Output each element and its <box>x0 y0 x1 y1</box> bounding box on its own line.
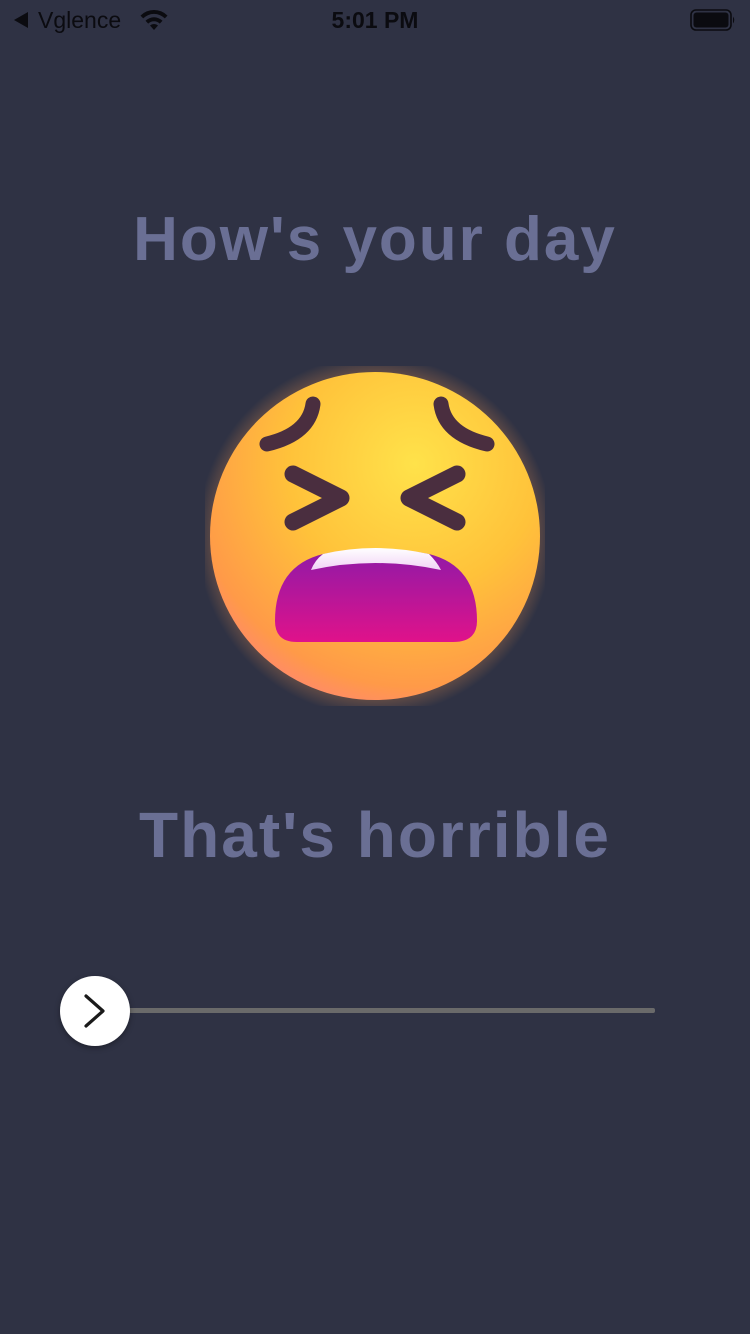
battery-icon <box>690 9 735 31</box>
status-bar: Vglence 5:01 PM <box>0 0 750 40</box>
tired-face-emoji <box>205 366 545 706</box>
mood-screen: Vglence 5:01 PM How's your day That's ho… <box>0 0 750 1334</box>
mood-label: That's horrible <box>139 799 611 871</box>
mood-slider-thumb[interactable] <box>60 976 130 1046</box>
status-time: 5:01 PM <box>331 7 419 33</box>
page-title: How's your day <box>133 205 617 274</box>
chevron-right-icon <box>84 994 105 1028</box>
mood-slider-track[interactable] <box>95 1008 655 1013</box>
